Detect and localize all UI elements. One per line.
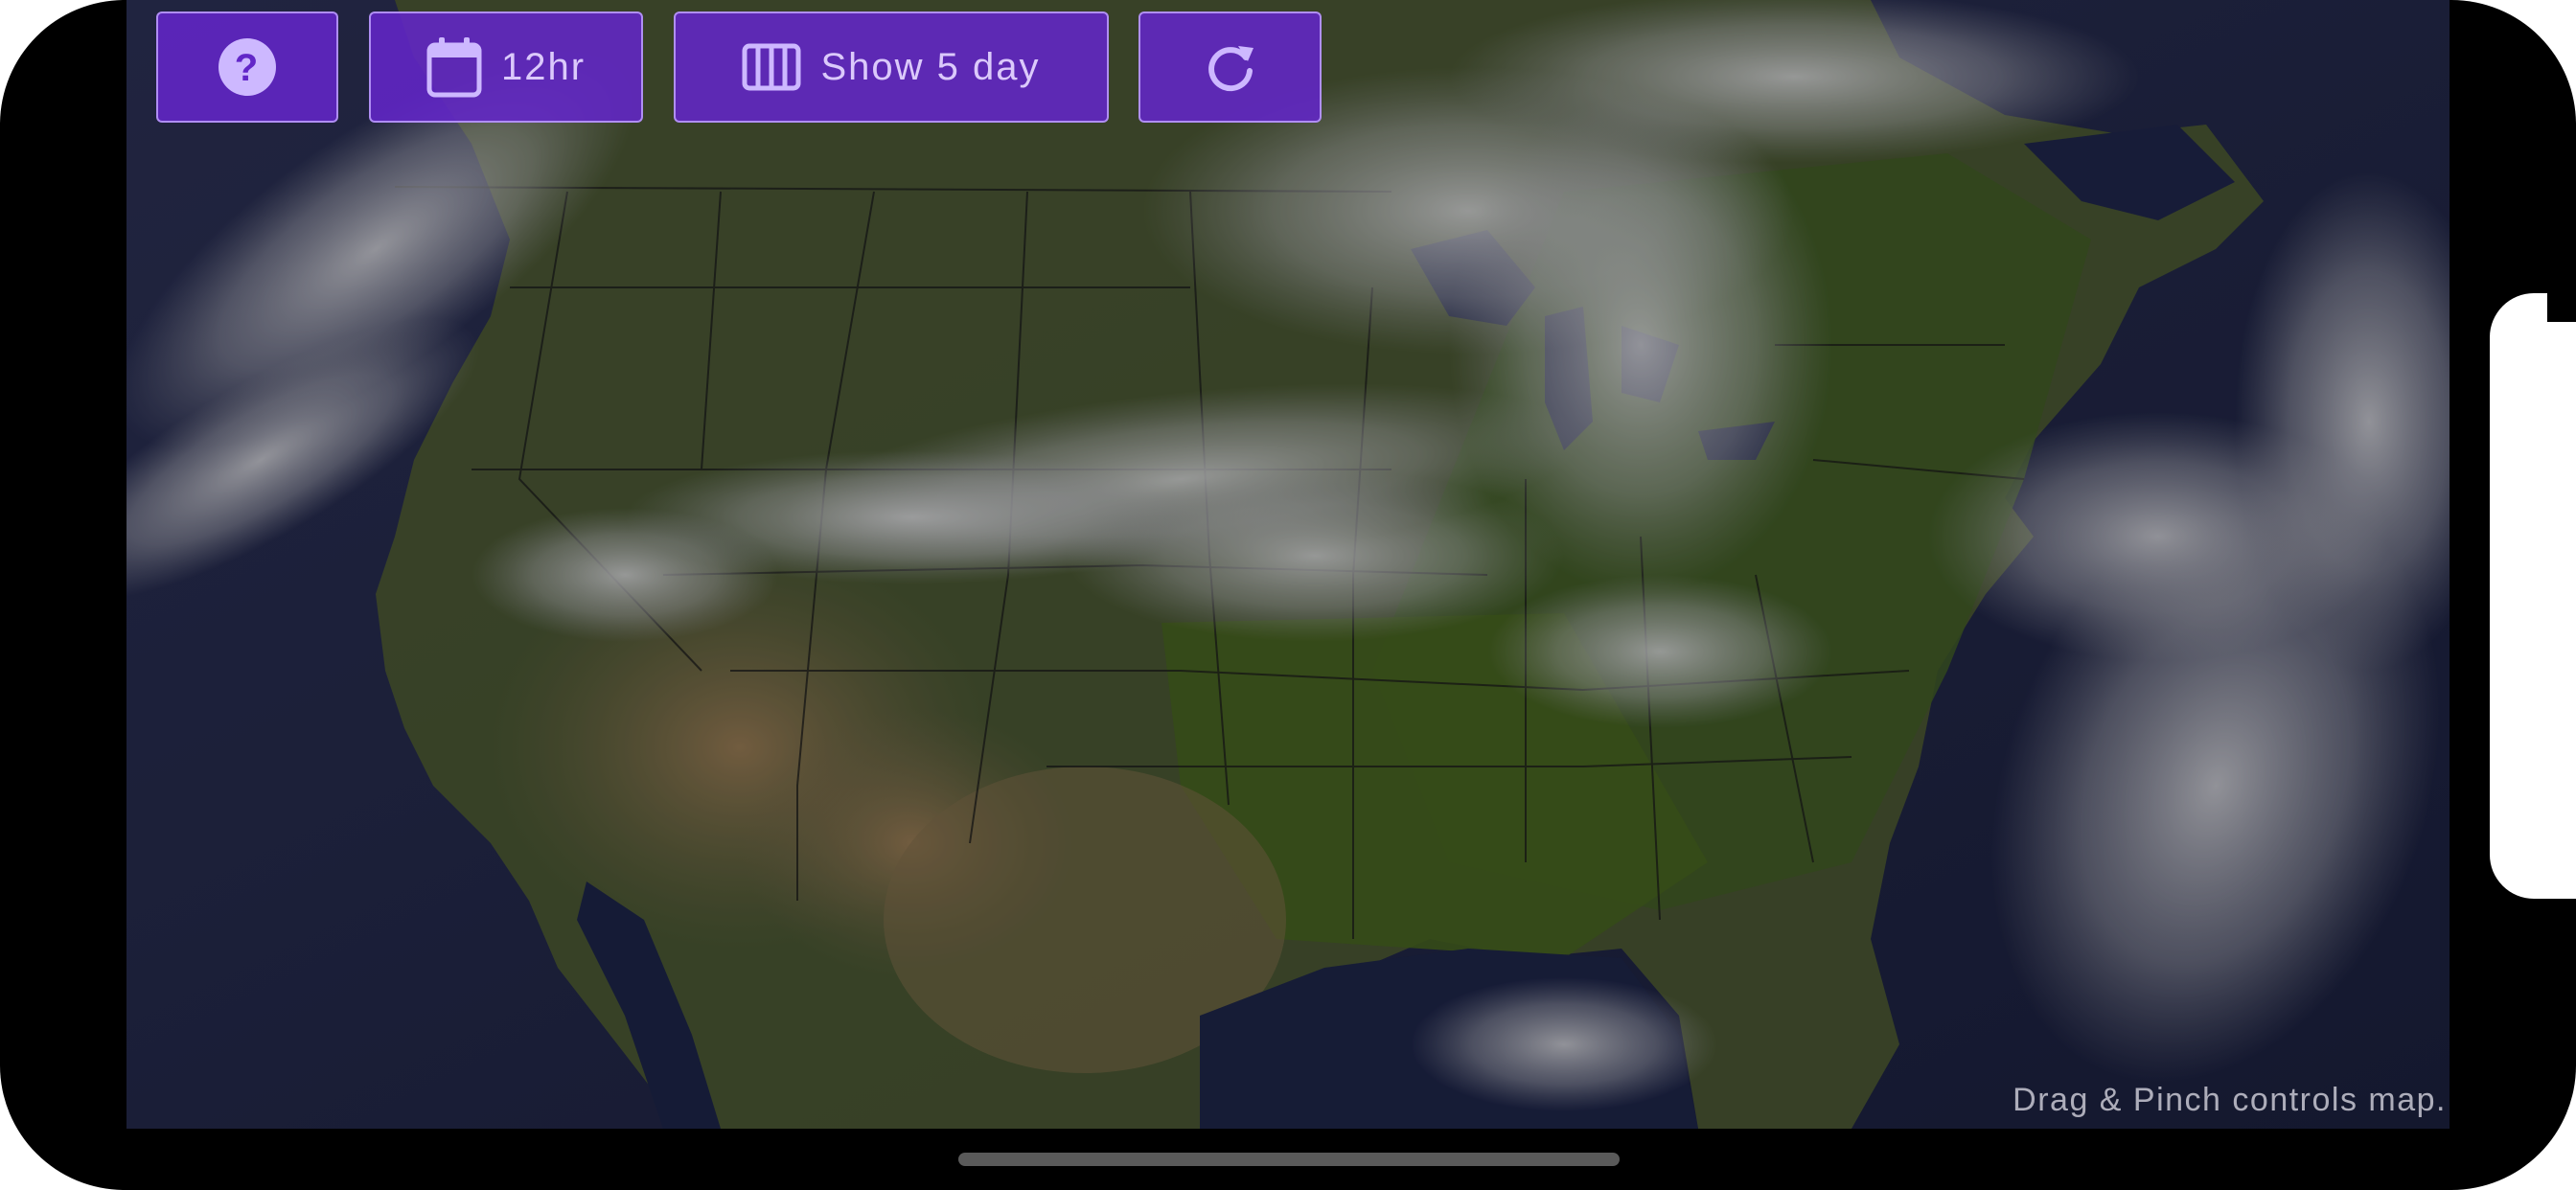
satellite-image[interactable] — [126, 0, 2450, 1129]
time-range-label: 12hr — [500, 45, 586, 88]
help-button[interactable]: ? — [156, 11, 338, 123]
show-5-day-label: Show 5 day — [820, 45, 1041, 88]
refresh-button[interactable] — [1138, 11, 1322, 123]
svg-text:?: ? — [235, 47, 260, 89]
device-notch — [2490, 293, 2576, 899]
show-5-day-button[interactable]: Show 5 day — [674, 11, 1109, 123]
columns-icon — [742, 43, 801, 91]
satellite-map[interactable]: ? 12hr Show 5 day Drag & Pinch controls … — [126, 0, 2450, 1129]
refresh-icon — [1204, 40, 1257, 94]
time-range-button[interactable]: 12hr — [369, 11, 643, 123]
map-dim-overlay — [126, 0, 2450, 1129]
help-circle-icon: ? — [217, 36, 278, 98]
map-hint: Drag & Pinch controls map. — [2012, 1082, 2447, 1118]
calendar-icon — [426, 36, 482, 98]
home-indicator[interactable] — [958, 1153, 1620, 1166]
device-frame: ? 12hr Show 5 day Drag & Pinch controls … — [0, 0, 2576, 1190]
